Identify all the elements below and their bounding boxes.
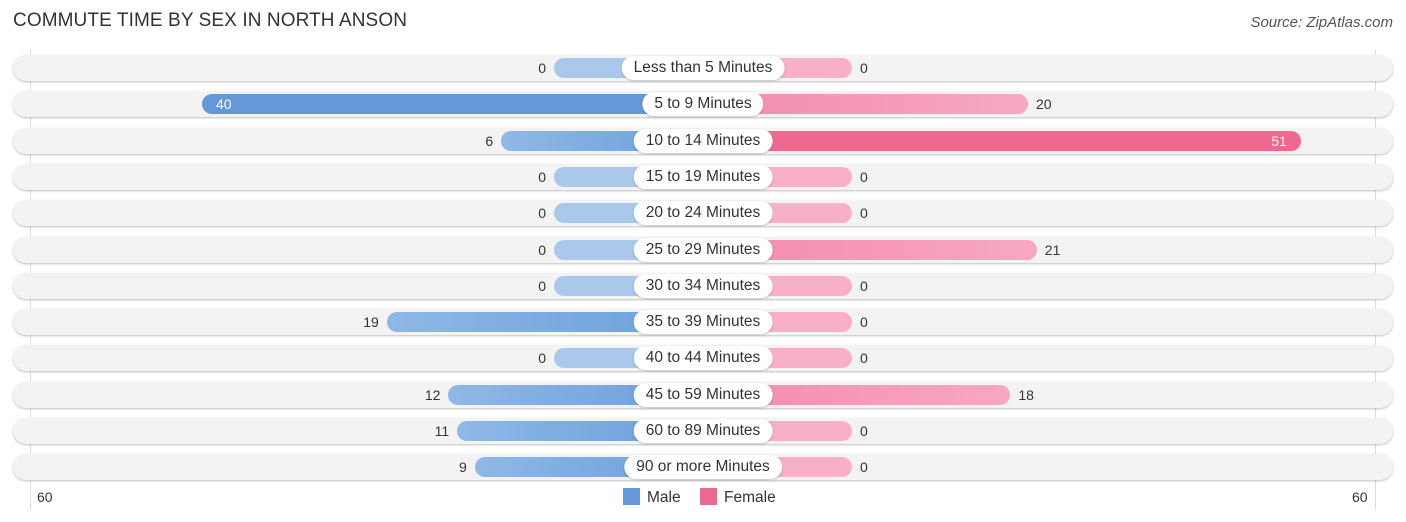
legend-swatch-female bbox=[700, 488, 717, 505]
value-label-male: 11 bbox=[434, 423, 450, 439]
value-label-male: 6 bbox=[485, 132, 494, 149]
category-label: 15 to 19 Minutes bbox=[633, 164, 773, 189]
category-label: 10 to 14 Minutes bbox=[633, 128, 773, 153]
value-label-female: 0 bbox=[860, 168, 868, 185]
value-label-female: 51 bbox=[1271, 132, 1287, 149]
category-label: 20 to 24 Minutes bbox=[633, 201, 773, 226]
value-label-female: 0 bbox=[860, 277, 868, 294]
value-label-female: 18 bbox=[1018, 386, 1034, 403]
category-label: 25 to 29 Minutes bbox=[633, 237, 773, 262]
legend-item-male: Male bbox=[623, 488, 681, 507]
value-label-female: 0 bbox=[860, 314, 868, 331]
category-label: Less than 5 Minutes bbox=[621, 56, 785, 80]
category-label: 30 to 34 Minutes bbox=[633, 273, 773, 298]
value-label-male: 0 bbox=[538, 60, 546, 76]
category-label: 40 to 44 Minutes bbox=[633, 346, 773, 371]
legend-item-female: Female bbox=[700, 488, 776, 507]
category-label: 60 to 89 Minutes bbox=[633, 419, 773, 443]
legend-label-male: Male bbox=[647, 489, 681, 506]
value-label-female: 0 bbox=[860, 350, 868, 367]
value-label-male: 40 bbox=[216, 96, 232, 113]
axis-right-label: 60 bbox=[1352, 489, 1368, 505]
value-label-male: 0 bbox=[538, 241, 546, 258]
category-label: 45 to 59 Minutes bbox=[633, 382, 773, 407]
legend-label-female: Female bbox=[724, 489, 776, 506]
value-label-female: 0 bbox=[860, 459, 868, 476]
category-label: 5 to 9 Minutes bbox=[642, 92, 764, 117]
value-label-female: 0 bbox=[860, 205, 868, 222]
category-label: 90 or more Minutes bbox=[624, 455, 782, 480]
value-label-female: 0 bbox=[860, 60, 868, 76]
value-label-female: 20 bbox=[1036, 96, 1052, 113]
value-label-male: 12 bbox=[424, 386, 441, 403]
value-label-male: 9 bbox=[459, 459, 467, 476]
value-label-male: 0 bbox=[538, 350, 546, 367]
value-label-male: 19 bbox=[363, 314, 379, 331]
chart-area: 60 60 Male Female Less than 5 Minutes 0 0 5… bbox=[0, 0, 1406, 522]
value-label-male: 0 bbox=[538, 168, 546, 185]
value-label-female: 21 bbox=[1044, 241, 1061, 258]
value-label-male: 0 bbox=[538, 277, 546, 294]
bar-male bbox=[202, 94, 703, 115]
axis-left-label: 60 bbox=[37, 489, 53, 505]
value-label-male: 0 bbox=[538, 205, 546, 222]
value-label-female: 0 bbox=[860, 423, 868, 439]
bar-female bbox=[703, 130, 1301, 151]
legend-swatch-male bbox=[623, 488, 640, 505]
category-label: 35 to 39 Minutes bbox=[633, 310, 773, 335]
